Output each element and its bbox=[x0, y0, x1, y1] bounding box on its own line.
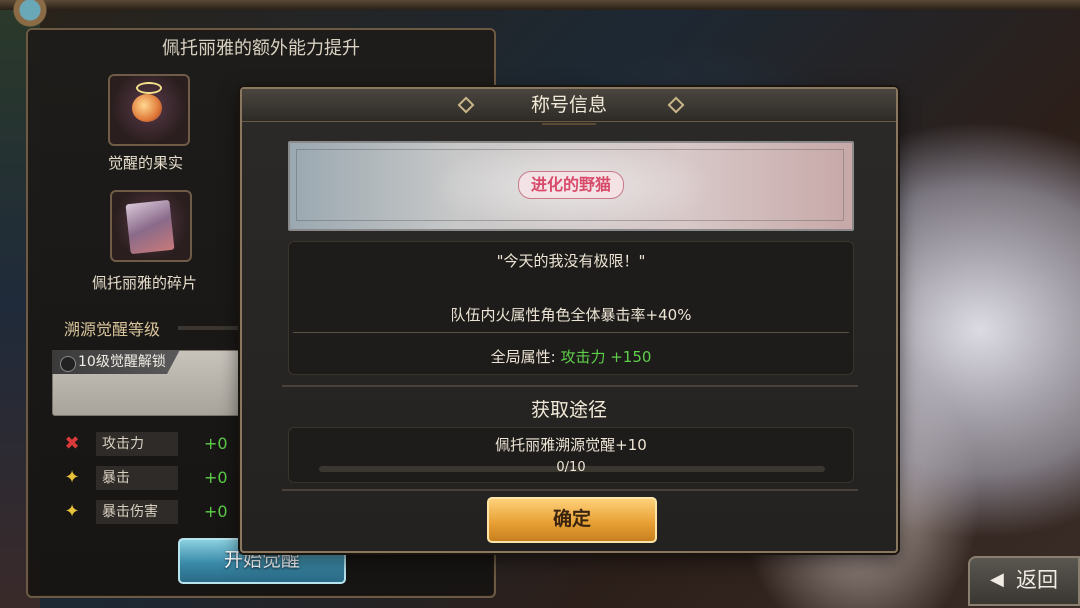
shard-item-slot[interactable] bbox=[110, 190, 192, 262]
crit-icon: ✦ bbox=[64, 467, 80, 488]
global-attribute: 全局属性: 攻击力 +150 bbox=[289, 346, 853, 367]
fruit-item-label: 觉醒的果实 bbox=[108, 154, 184, 172]
title-banner: 进化的野猫 bbox=[288, 141, 854, 231]
info-divider bbox=[293, 332, 849, 333]
section-divider bbox=[282, 385, 858, 387]
card-shard-icon bbox=[125, 199, 175, 255]
crit-damage-icon: ✦ bbox=[64, 501, 80, 522]
halo-icon bbox=[136, 82, 162, 94]
title-info-dialog: 称号信息 进化的野猫 "今天的我没有极限！" 队伍内火属性角色全体暴击率+40%… bbox=[240, 87, 898, 553]
source-box: 佩托丽雅溯源觉醒+10 0/10 bbox=[288, 427, 854, 483]
shard-item-label: 佩托丽雅的碎片 bbox=[92, 274, 198, 292]
source-title: 获取途径 bbox=[530, 399, 607, 421]
stat-row-attack: ✖ 攻击力 +0 bbox=[58, 432, 242, 456]
title-effect-box: "今天的我没有极限！" 队伍内火属性角色全体暴击率+40% 全局属性: 攻击力 … bbox=[288, 241, 854, 375]
section-divider bbox=[282, 489, 858, 491]
confirm-button[interactable]: 确定 bbox=[487, 497, 657, 543]
title-badge: 进化的野猫 bbox=[518, 171, 625, 199]
stat-name: 攻击力 bbox=[96, 432, 178, 456]
stat-name: 暴击 bbox=[96, 466, 178, 490]
stat-row-crit-damage: ✦ 暴击伤害 +0 bbox=[58, 500, 242, 524]
dialog-title: 称号信息 bbox=[530, 94, 607, 116]
stat-row-crit: ✦ 暴击 +0 bbox=[58, 466, 242, 490]
fruit-icon bbox=[132, 94, 162, 122]
source-name: 佩托丽雅溯源觉醒+10 bbox=[495, 436, 647, 454]
stat-value: +0 bbox=[204, 434, 228, 453]
header-ornament bbox=[542, 123, 596, 125]
panel-title: 佩托丽雅的额外能力提升 bbox=[162, 38, 360, 59]
back-button[interactable]: ◀ 返回 bbox=[968, 556, 1080, 606]
section-title: 溯源觉醒等级 bbox=[64, 320, 161, 339]
attack-icon: ✖ bbox=[64, 433, 80, 454]
stat-value: +0 bbox=[204, 502, 228, 521]
stat-name: 暴击伤害 bbox=[96, 500, 178, 524]
title-effect: 队伍内火属性角色全体暴击率+40% bbox=[450, 306, 692, 324]
top-frame bbox=[0, 0, 1080, 10]
back-arrow-icon: ◀ bbox=[990, 569, 1004, 590]
fruit-item-slot[interactable] bbox=[108, 74, 190, 146]
lock-icon bbox=[60, 356, 76, 372]
title-quote: "今天的我没有极限！" bbox=[496, 252, 646, 270]
stat-value: +0 bbox=[204, 468, 228, 487]
progress-text: 0/10 bbox=[556, 460, 586, 475]
global-attribute-label: 全局属性: bbox=[490, 348, 556, 366]
global-attribute-value: 攻击力 +150 bbox=[560, 348, 652, 366]
back-label: 返回 bbox=[1016, 568, 1058, 592]
